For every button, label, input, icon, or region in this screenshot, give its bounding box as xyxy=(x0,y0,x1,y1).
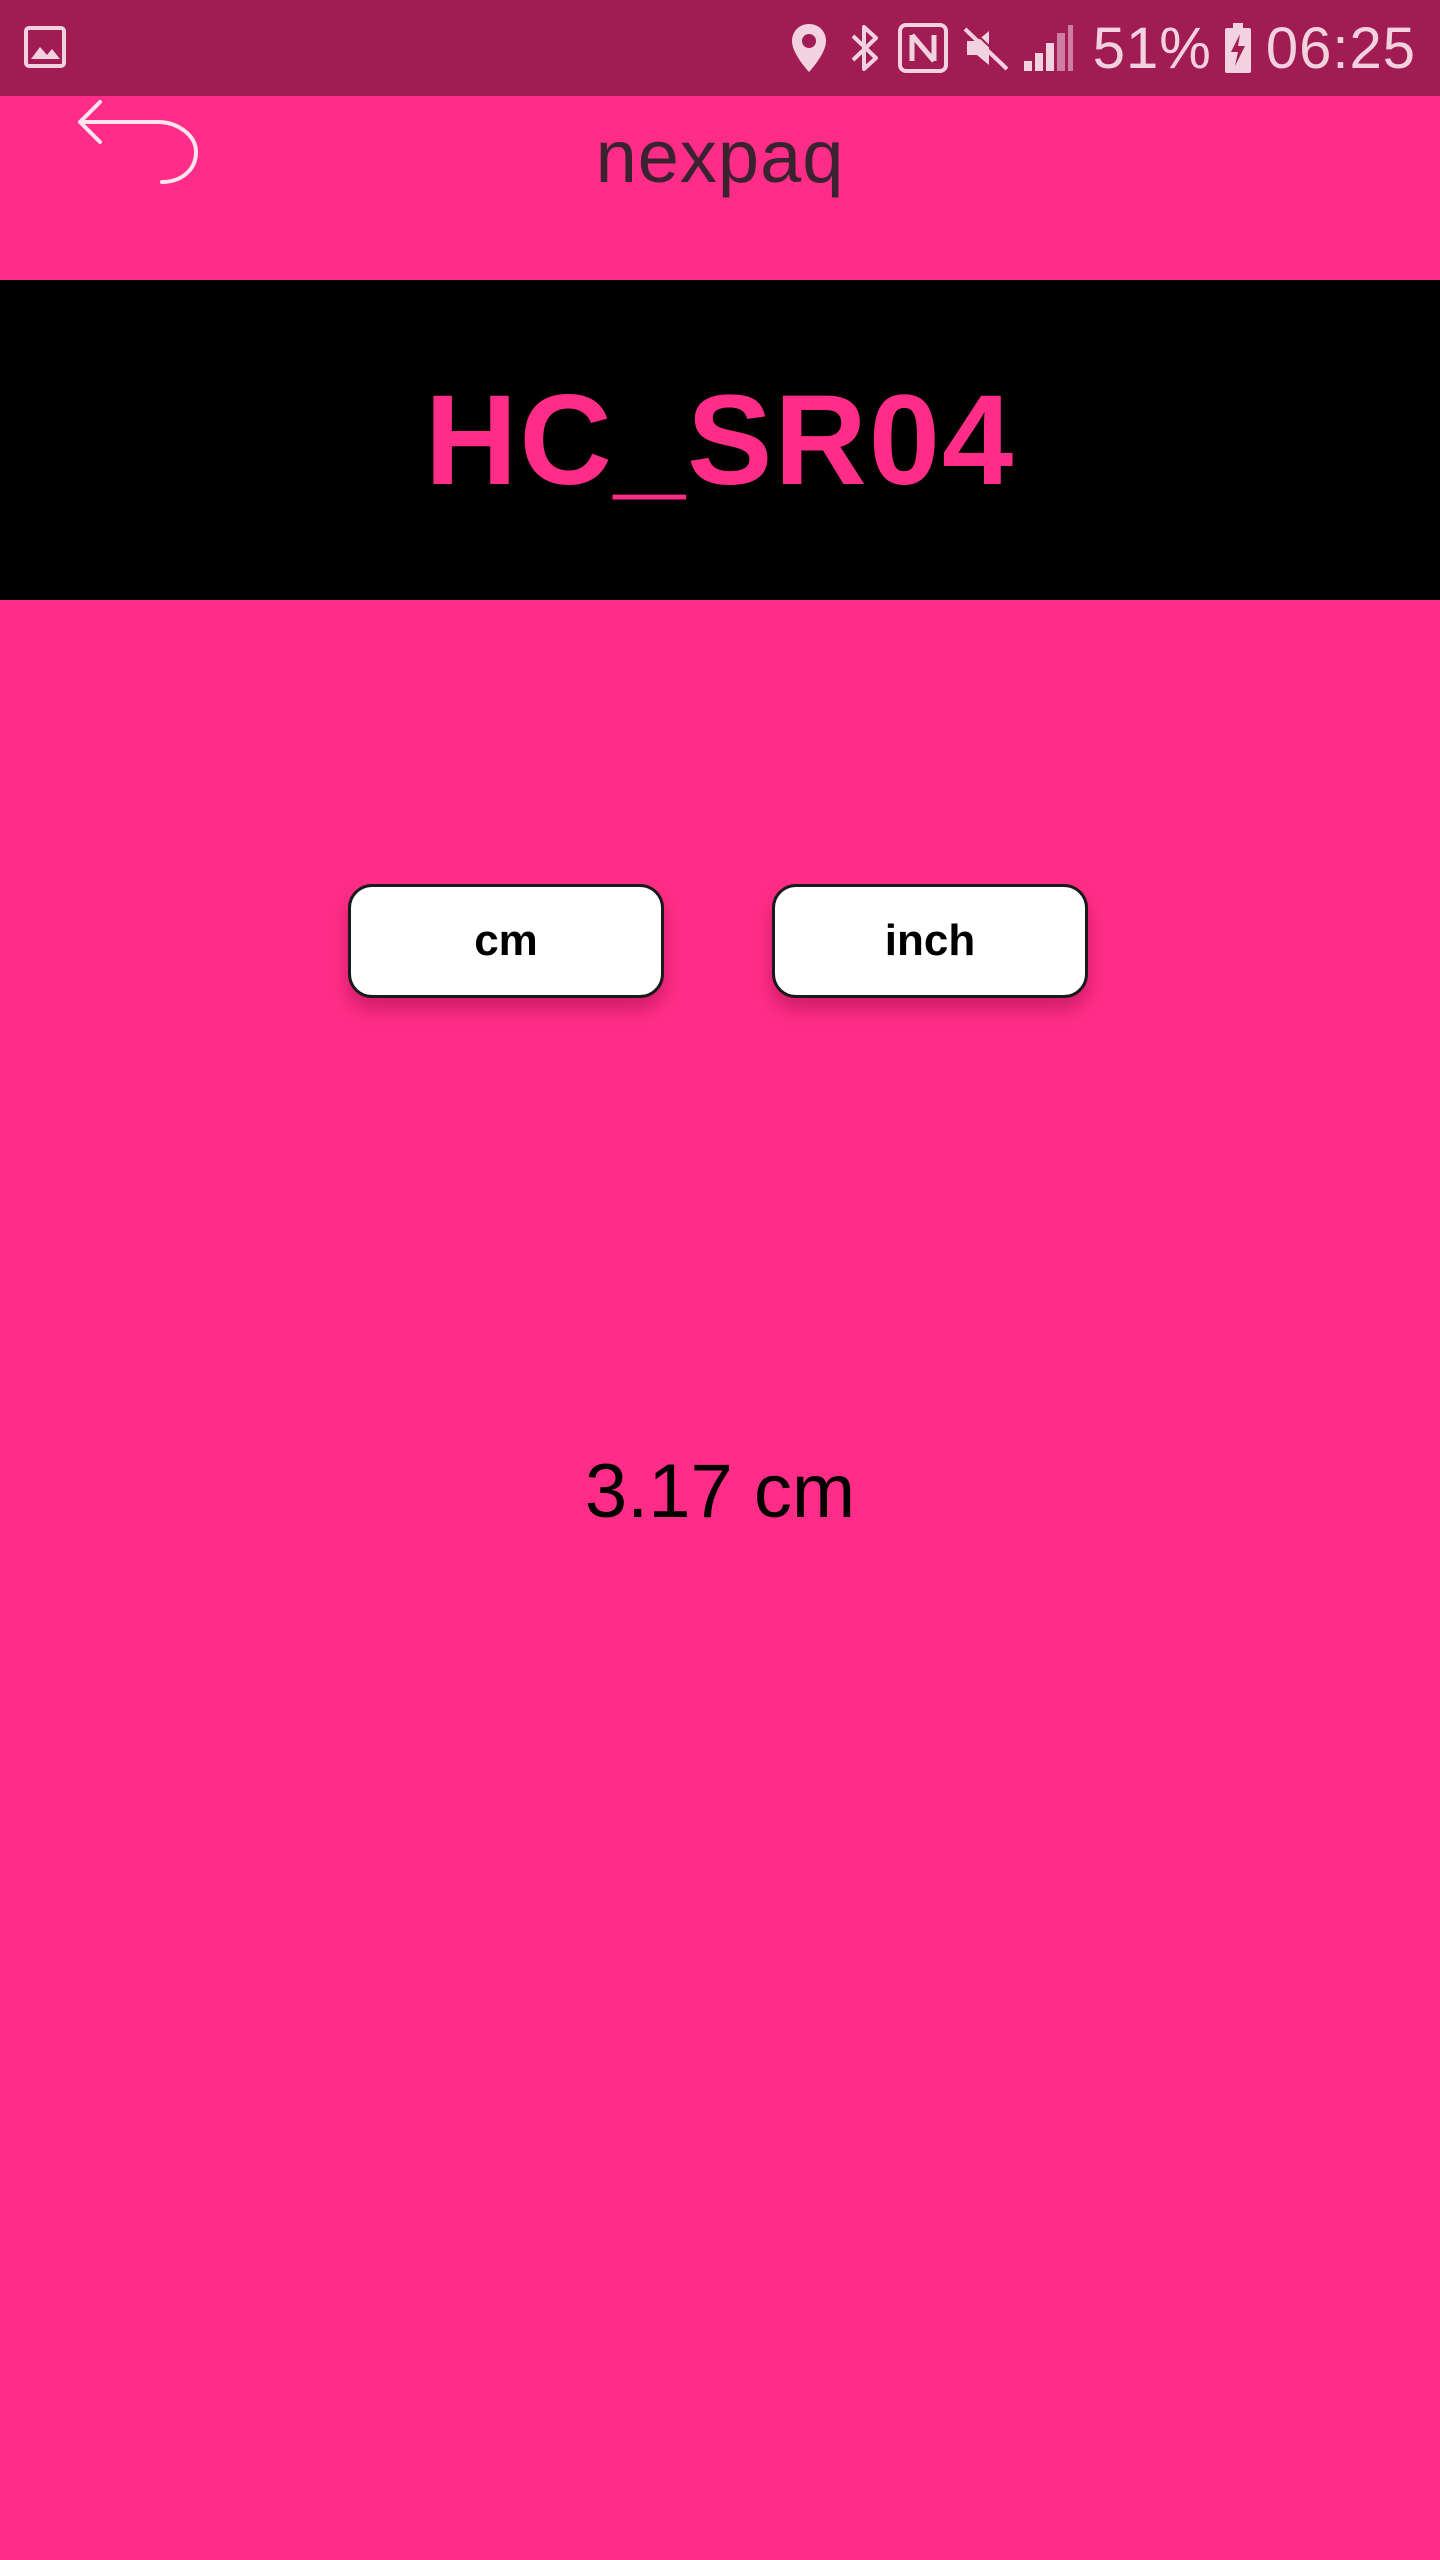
location-icon xyxy=(779,0,839,96)
status-icons: 51% 06:25 xyxy=(779,0,1440,96)
status-bar: 51% 06:25 xyxy=(0,0,1440,96)
battery-charging-icon xyxy=(1222,0,1254,96)
app-title: nexpaq xyxy=(595,115,845,198)
distance-reading: 3.17 cm xyxy=(584,1449,856,1534)
clock: 06:25 xyxy=(1265,15,1416,81)
cm-button[interactable]: cm xyxy=(348,884,664,998)
battery-percent: 51% xyxy=(1092,15,1212,81)
bluetooth-icon xyxy=(839,0,891,96)
nfc-icon xyxy=(891,0,955,96)
sensor-name: HC_SR04 xyxy=(424,368,1016,512)
toolbar: nexpaq xyxy=(0,96,1440,280)
gallery-icon xyxy=(24,26,66,68)
signal-icon xyxy=(1017,0,1079,96)
screen: 51% 06:25 nexpaq HC_SR04 cm inch 3.17 cm xyxy=(0,0,1440,2560)
inch-button[interactable]: inch xyxy=(772,884,1088,998)
mute-icon xyxy=(955,0,1017,96)
sensor-banner: HC_SR04 xyxy=(0,280,1440,600)
